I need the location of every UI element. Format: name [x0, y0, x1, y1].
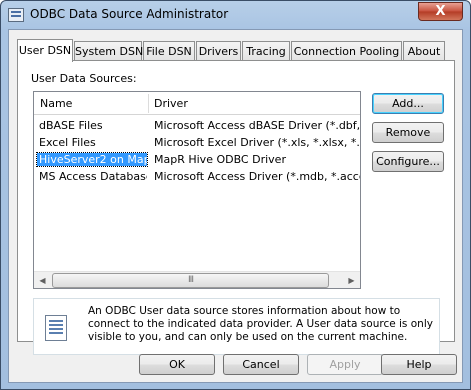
- datasource-icon: [45, 315, 67, 341]
- horizontal-scrollbar[interactable]: ◀ III ▶: [34, 271, 360, 288]
- odbc-admin-window: ODBC Data Source Administrator X User DS…: [0, 0, 471, 390]
- dsn-driver: Microsoft Excel Driver (*.xls, *.xlsx, *…: [154, 136, 360, 149]
- tab-about[interactable]: About: [403, 41, 445, 61]
- scroll-right-icon[interactable]: ▶: [343, 272, 360, 288]
- user-dsn-panel: User Data Sources: Name Driver dBASE Fil…: [17, 60, 455, 355]
- title-bar[interactable]: ODBC Data Source Administrator X: [1, 1, 470, 29]
- configure-button[interactable]: Configure...: [372, 151, 444, 172]
- list-item-selected[interactable]: HiveServer2 on MapR MapR Hive ODBC Drive…: [34, 152, 360, 169]
- dsn-driver: Microsoft Access dBASE Driver (*.dbf, *.…: [154, 119, 360, 132]
- window-title: ODBC Data Source Administrator: [30, 7, 229, 21]
- remove-button[interactable]: Remove: [372, 122, 444, 143]
- dsn-driver: Microsoft Access Driver (*.mdb, *.accdb): [154, 170, 360, 183]
- user-data-sources-label: User Data Sources:: [31, 72, 137, 85]
- dsn-name: MS Access Database: [39, 170, 147, 183]
- data-sources-list[interactable]: Name Driver dBASE Files Microsoft Access…: [33, 91, 361, 289]
- dsn-name: Excel Files: [39, 136, 96, 149]
- list-item[interactable]: Excel Files Microsoft Excel Driver (*.xl…: [34, 135, 360, 152]
- add-button[interactable]: Add...: [372, 93, 444, 114]
- dsn-name: HiveServer2 on MapR: [36, 152, 148, 167]
- tab-tracing[interactable]: Tracing: [242, 41, 290, 61]
- column-header-name[interactable]: Name: [34, 92, 148, 115]
- dsn-name: dBASE Files: [39, 119, 103, 132]
- list-item[interactable]: dBASE Files Microsoft Access dBASE Drive…: [34, 118, 360, 135]
- tab-user-dsn[interactable]: User DSN: [17, 39, 73, 62]
- tab-file-dsn[interactable]: File DSN: [143, 41, 195, 61]
- scrollbar-thumb[interactable]: III: [52, 273, 329, 288]
- info-description: An ODBC User data source stores informat…: [88, 305, 433, 343]
- close-button[interactable]: X: [418, 2, 463, 21]
- dsn-driver: MapR Hive ODBC Driver: [154, 153, 286, 166]
- apply-button[interactable]: Apply: [307, 354, 383, 375]
- odbc-app-icon: [8, 8, 24, 22]
- tab-system-dsn[interactable]: System DSN: [74, 41, 143, 61]
- dialog-client-area: User DSN System DSN File DSN Drivers Tra…: [8, 29, 463, 383]
- list-header: Name Driver: [34, 92, 360, 115]
- list-item[interactable]: MS Access Database Microsoft Access Driv…: [34, 169, 360, 186]
- tab-connection-pooling[interactable]: Connection Pooling: [291, 41, 402, 61]
- column-header-driver[interactable]: Driver: [148, 92, 360, 115]
- tab-drivers[interactable]: Drivers: [196, 41, 241, 61]
- help-button[interactable]: Help: [381, 354, 457, 375]
- cancel-button[interactable]: Cancel: [223, 354, 299, 375]
- info-box: An ODBC User data source stores informat…: [33, 298, 440, 355]
- ok-button[interactable]: OK: [139, 354, 215, 375]
- scroll-left-icon[interactable]: ◀: [34, 272, 51, 288]
